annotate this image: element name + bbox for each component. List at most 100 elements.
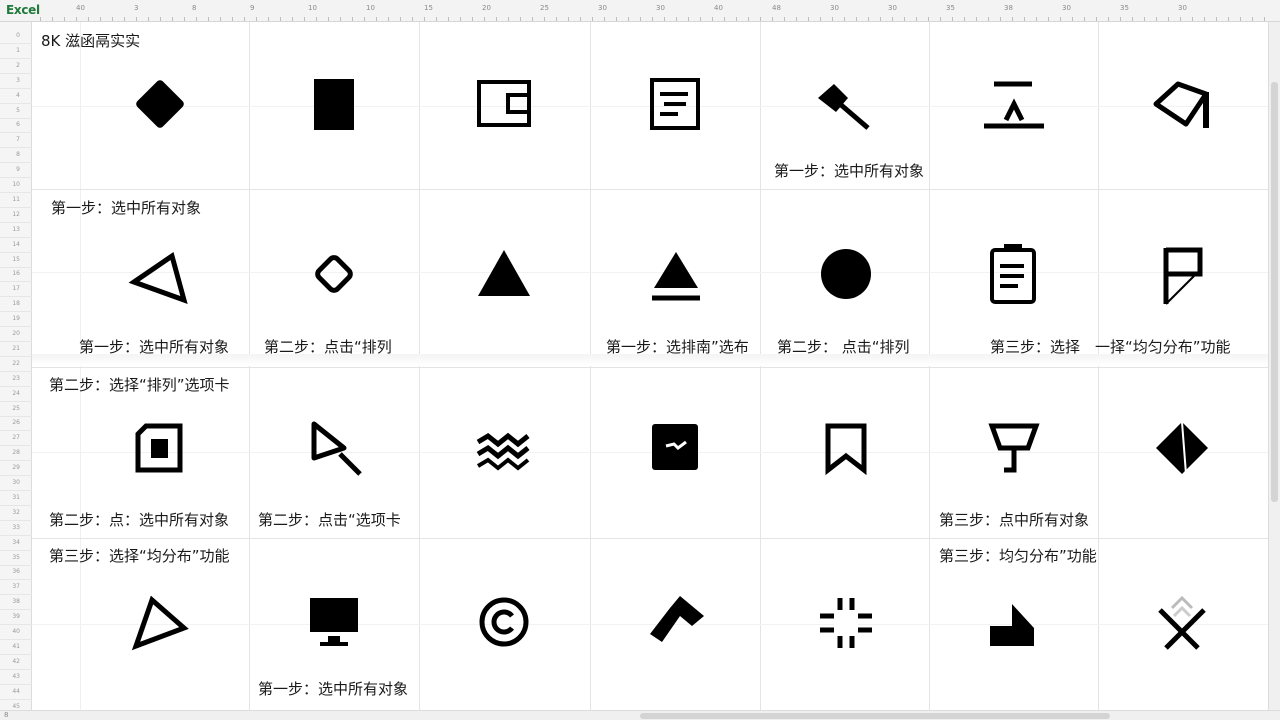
goblet-icon[interactable] — [978, 412, 1050, 484]
diamond-filled-icon[interactable] — [124, 68, 196, 140]
ruler-tick — [1024, 17, 1025, 21]
ruler-tick — [820, 17, 821, 21]
ruler-tick — [64, 17, 65, 21]
line-base-icon[interactable] — [978, 68, 1050, 140]
wallet-outline-icon[interactable] — [468, 68, 540, 140]
ruler-tick — [1012, 17, 1013, 21]
ruler-tick — [1072, 17, 1073, 21]
sheet-grid[interactable]: 8K 滋函鬲实实 第一步：选中所有对象 第一步：选中所有对象 第一步：选中所有对… — [32, 22, 1268, 710]
ruler-tick — [1132, 17, 1133, 21]
row-number: 31 — [12, 493, 20, 501]
row-divider — [0, 504, 32, 506]
sheet-tab[interactable]: 8 — [4, 711, 8, 719]
row-divider — [0, 296, 32, 298]
ruler-number: 15 — [424, 4, 433, 12]
triangle-outline-icon[interactable] — [124, 238, 196, 310]
flag-outline-icon[interactable] — [1146, 238, 1218, 310]
ruler-number: 30 — [1062, 4, 1071, 12]
horizontal-scrollbar[interactable]: 8 — [0, 710, 1280, 720]
row-divider — [0, 102, 32, 104]
rounded-diamond-outline-icon[interactable] — [298, 238, 370, 310]
vertical-scrollbar[interactable] — [1268, 22, 1280, 710]
clipboard-list-icon[interactable] — [978, 238, 1050, 310]
row-number: 10 — [12, 181, 20, 188]
row-divider — [0, 341, 32, 342]
row-divider — [0, 624, 32, 626]
ruler-tick — [664, 17, 665, 21]
row-divider — [0, 519, 32, 521]
row-divider — [0, 579, 32, 581]
ruler-number: 48 — [772, 4, 781, 12]
cross-x-icon[interactable] — [1146, 586, 1218, 658]
row-number: 28 — [12, 449, 20, 457]
row-divider — [0, 266, 32, 268]
row-number: 6 — [16, 121, 20, 129]
row-ruler: 0 1 2 3 4 5 6 7 8 9 10 11 12 13 14 15 16 17 18 19 20 21 22 23 24… — [0, 22, 32, 715]
magnifier-triangle-icon[interactable] — [298, 412, 370, 484]
ruler-tick — [244, 17, 245, 21]
ruler-number: 40 — [76, 4, 85, 12]
ruler-number: 10 — [308, 4, 317, 12]
row-divider — [0, 564, 32, 566]
ruler-tick — [1060, 17, 1061, 21]
row-divider — [0, 415, 32, 417]
cell-label: 第二步： 点击“排列 — [777, 338, 910, 356]
triangle-filled-icon[interactable] — [468, 238, 540, 310]
ruler-tick — [712, 17, 713, 21]
ruler-tick — [376, 17, 377, 21]
row-number: 23 — [12, 374, 20, 382]
ruler-tick — [784, 17, 785, 21]
square-nested-icon[interactable] — [124, 412, 196, 484]
row-divider — [0, 87, 32, 89]
ruler-tick — [628, 17, 629, 21]
row-number: 19 — [12, 315, 20, 323]
ruler-tick — [1180, 17, 1181, 21]
row-divider — [0, 117, 32, 119]
copyright-circle-icon[interactable] — [468, 586, 540, 658]
diamond-arrow-outline-icon[interactable] — [1146, 68, 1218, 140]
rectangle-filled-icon[interactable] — [298, 68, 370, 140]
row-number: 30 — [12, 479, 20, 486]
ruler-tick — [436, 17, 437, 21]
vertical-scroll-thumb[interactable] — [1271, 82, 1278, 502]
wave-stack-icon[interactable] — [468, 412, 540, 484]
row-number: 3 — [16, 76, 20, 84]
ruler-tick — [1192, 17, 1193, 21]
ruler-tick — [916, 17, 917, 21]
ruler-tick — [808, 17, 809, 21]
ruler-tick — [760, 17, 761, 21]
bookmark-outline-icon[interactable] — [810, 412, 882, 484]
step-shape-icon[interactable] — [978, 586, 1050, 658]
ruler-tick — [412, 17, 413, 21]
ruler-number: 20 — [482, 4, 491, 12]
row-number: 27 — [12, 434, 20, 442]
row-divider — [0, 445, 32, 447]
row-number: 12 — [12, 210, 20, 218]
circle-filled-icon[interactable] — [810, 238, 882, 310]
ruler-tick — [364, 17, 365, 21]
row-divider — [0, 72, 32, 74]
ruler-tick — [928, 17, 929, 21]
cell-label: 第一步：选中所有对象 — [258, 680, 409, 698]
row-number: 34 — [12, 538, 20, 546]
row-divider — [0, 192, 32, 193]
row-number: 13 — [12, 225, 20, 233]
square-wave-icon[interactable] — [640, 412, 712, 484]
ruler-tick — [964, 17, 965, 21]
hammer-filled-icon[interactable] — [640, 586, 712, 658]
hammer-icon[interactable] — [810, 68, 882, 140]
cone-base-icon[interactable] — [640, 238, 712, 310]
row-divider — [0, 653, 32, 655]
note-lines-icon[interactable] — [640, 68, 712, 140]
ruler-tick — [280, 17, 281, 21]
hash-grid-icon[interactable] — [810, 586, 882, 658]
ruler-tick — [856, 17, 857, 21]
ruler-number: 35 — [1120, 4, 1129, 12]
triangle-outline-small-icon[interactable] — [124, 586, 196, 658]
ruler-tick — [196, 17, 197, 21]
diamond-split-icon[interactable] — [1146, 412, 1218, 484]
ruler-number: 30 — [830, 4, 839, 12]
monitor-icon[interactable] — [298, 586, 370, 658]
row-heading: 第三步：选择“均分布”功能 — [49, 547, 230, 565]
horizontal-scroll-thumb[interactable] — [640, 713, 1110, 719]
